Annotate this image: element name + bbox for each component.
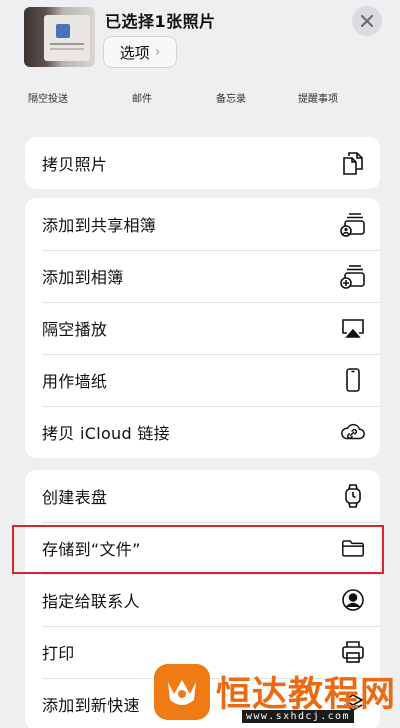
action-save-to-files[interactable]: 存储到“文件” — [25, 522, 380, 574]
action-create-watch-face[interactable]: 创建表盘 — [25, 470, 380, 522]
action-assign-to-contact[interactable]: 指定给联系人 — [25, 574, 380, 626]
close-button[interactable] — [352, 6, 382, 36]
action-group-2: 添加到共享相簿 添加到相簿 隔空播放 用作墙纸 拷贝 iCloud 链接 — [25, 198, 380, 458]
share-targets-row: 隔空投送 邮件 备忘录 提醒事项 — [0, 86, 400, 108]
watermark-logo-icon — [154, 664, 210, 720]
photo-thumbnail — [24, 7, 95, 67]
action-group-1: 拷贝照片 — [25, 137, 380, 189]
action-airplay[interactable]: 隔空播放 — [25, 302, 380, 354]
action-label: 添加到相簿 — [42, 268, 124, 287]
action-label: 添加到新快速 — [42, 696, 140, 715]
action-add-album[interactable]: 添加到相簿 — [25, 250, 380, 302]
folder-icon — [340, 535, 366, 561]
airplay-icon — [340, 315, 366, 341]
action-copy-icloud-link[interactable]: 拷贝 iCloud 链接 — [25, 406, 380, 458]
share-target-reminders[interactable]: 提醒事项 — [298, 90, 338, 105]
add-album-icon — [340, 263, 366, 289]
phone-icon — [340, 367, 366, 393]
shared-album-icon — [340, 211, 366, 237]
share-target-mail[interactable]: 邮件 — [132, 90, 152, 105]
action-add-shared-album[interactable]: 添加到共享相簿 — [25, 198, 380, 250]
action-label: 用作墙纸 — [42, 372, 108, 391]
close-icon — [360, 14, 374, 28]
share-target-airdrop[interactable]: 隔空投送 — [28, 90, 68, 105]
options-button[interactable]: 选项 › — [103, 36, 177, 68]
options-label: 选项 — [119, 43, 150, 62]
watermark: 恒达教程网 www.sxhdcj.com — [150, 660, 400, 728]
action-label: 存储到“文件” — [42, 540, 141, 559]
action-copy-photo[interactable]: 拷贝照片 — [25, 137, 380, 189]
selection-title: 已选择1张照片 — [105, 12, 216, 31]
action-label: 拷贝照片 — [42, 155, 108, 174]
action-use-as-wallpaper[interactable]: 用作墙纸 — [25, 354, 380, 406]
action-label: 创建表盘 — [42, 488, 108, 507]
action-label: 打印 — [42, 644, 75, 663]
chevron-right-icon: › — [154, 44, 161, 60]
contact-icon — [340, 587, 366, 613]
action-label: 隔空播放 — [42, 320, 108, 339]
action-label: 添加到共享相簿 — [42, 216, 157, 235]
watermark-url: www.sxhdcj.com — [242, 710, 354, 723]
action-label: 指定给联系人 — [42, 592, 140, 611]
share-target-notes[interactable]: 备忘录 — [216, 90, 246, 105]
action-label: 拷贝 iCloud 链接 — [42, 424, 170, 443]
icloud-link-icon — [340, 419, 366, 445]
copy-icon — [340, 150, 366, 176]
watch-icon — [340, 483, 366, 509]
share-sheet-header: 已选择1张照片 选项 › — [0, 0, 400, 80]
